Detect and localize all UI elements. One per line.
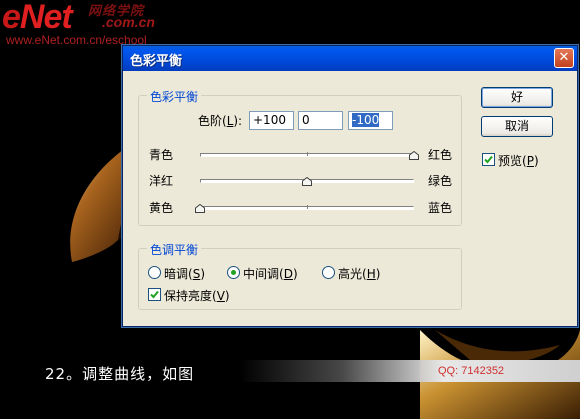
dialog-titlebar[interactable]: 色彩平衡 ✕ <box>123 46 577 71</box>
close-button[interactable]: ✕ <box>554 48 574 68</box>
shadows-radio[interactable] <box>148 266 161 279</box>
color-balance-dialog: 色彩平衡 ✕ 色彩平衡 色阶(L): +100 0 -100 青色 红色 洋红 … <box>122 45 578 327</box>
yellow-label: 黄色 <box>149 201 174 215</box>
ok-button[interactable]: 好 <box>481 87 553 108</box>
tone-balance-group: 色调平衡 暗调(S) 中间调(D) 高光(H) 保持亮度(V) <box>138 241 462 310</box>
qq-banner <box>240 360 580 382</box>
radio-selected-dot <box>231 270 236 275</box>
levels-cyan-red-input[interactable]: +100 <box>249 111 294 130</box>
green-label: 绿色 <box>428 174 453 188</box>
magenta-green-slider-thumb[interactable] <box>302 177 312 186</box>
cancel-button[interactable]: 取消 <box>481 116 553 137</box>
cyan-label: 青色 <box>149 148 174 162</box>
preview-checkbox[interactable] <box>482 153 495 166</box>
dialog-title: 色彩平衡 <box>130 54 183 69</box>
midtones-label[interactable]: 中间调(D) <box>243 265 298 282</box>
shadows-label[interactable]: 暗调(S) <box>164 265 205 282</box>
levels-label: 色阶(L): <box>198 114 243 128</box>
color-balance-group: 色彩平衡 色阶(L): +100 0 -100 青色 红色 洋红 绿色 黄色 蓝… <box>138 88 462 226</box>
logo-domain: .com.cn <box>102 14 155 30</box>
tone-balance-legend: 色调平衡 <box>147 241 202 258</box>
preview-label[interactable]: 预览(P) <box>498 152 539 169</box>
preserve-luminosity-checkbox[interactable] <box>148 288 161 301</box>
qq-number: QQ: 7142352 <box>438 365 505 377</box>
cyan-red-slider[interactable] <box>200 152 414 157</box>
preserve-luminosity-label[interactable]: 保持亮度(V) <box>164 287 230 304</box>
cyan-red-slider-thumb[interactable] <box>409 151 419 160</box>
enet-logo: eNet <box>2 0 73 36</box>
yellow-blue-slider-thumb[interactable] <box>195 204 205 213</box>
levels-magenta-green-input[interactable]: 0 <box>298 111 343 130</box>
close-icon: ✕ <box>558 50 570 65</box>
midtones-radio[interactable] <box>227 266 240 279</box>
blue-label: 蓝色 <box>428 201 453 215</box>
color-balance-legend: 色彩平衡 <box>147 88 202 105</box>
magenta-label: 洋红 <box>149 174 174 188</box>
checkmark-icon <box>150 290 159 299</box>
checkmark-icon <box>484 155 493 164</box>
highlights-label[interactable]: 高光(H) <box>338 265 380 282</box>
step-caption: 22。调整曲线，如图 <box>45 365 195 383</box>
yellow-blue-slider[interactable] <box>200 205 414 210</box>
levels-yellow-blue-input[interactable]: -100 <box>348 111 393 130</box>
highlights-radio[interactable] <box>322 266 335 279</box>
red-label: 红色 <box>428 148 453 162</box>
